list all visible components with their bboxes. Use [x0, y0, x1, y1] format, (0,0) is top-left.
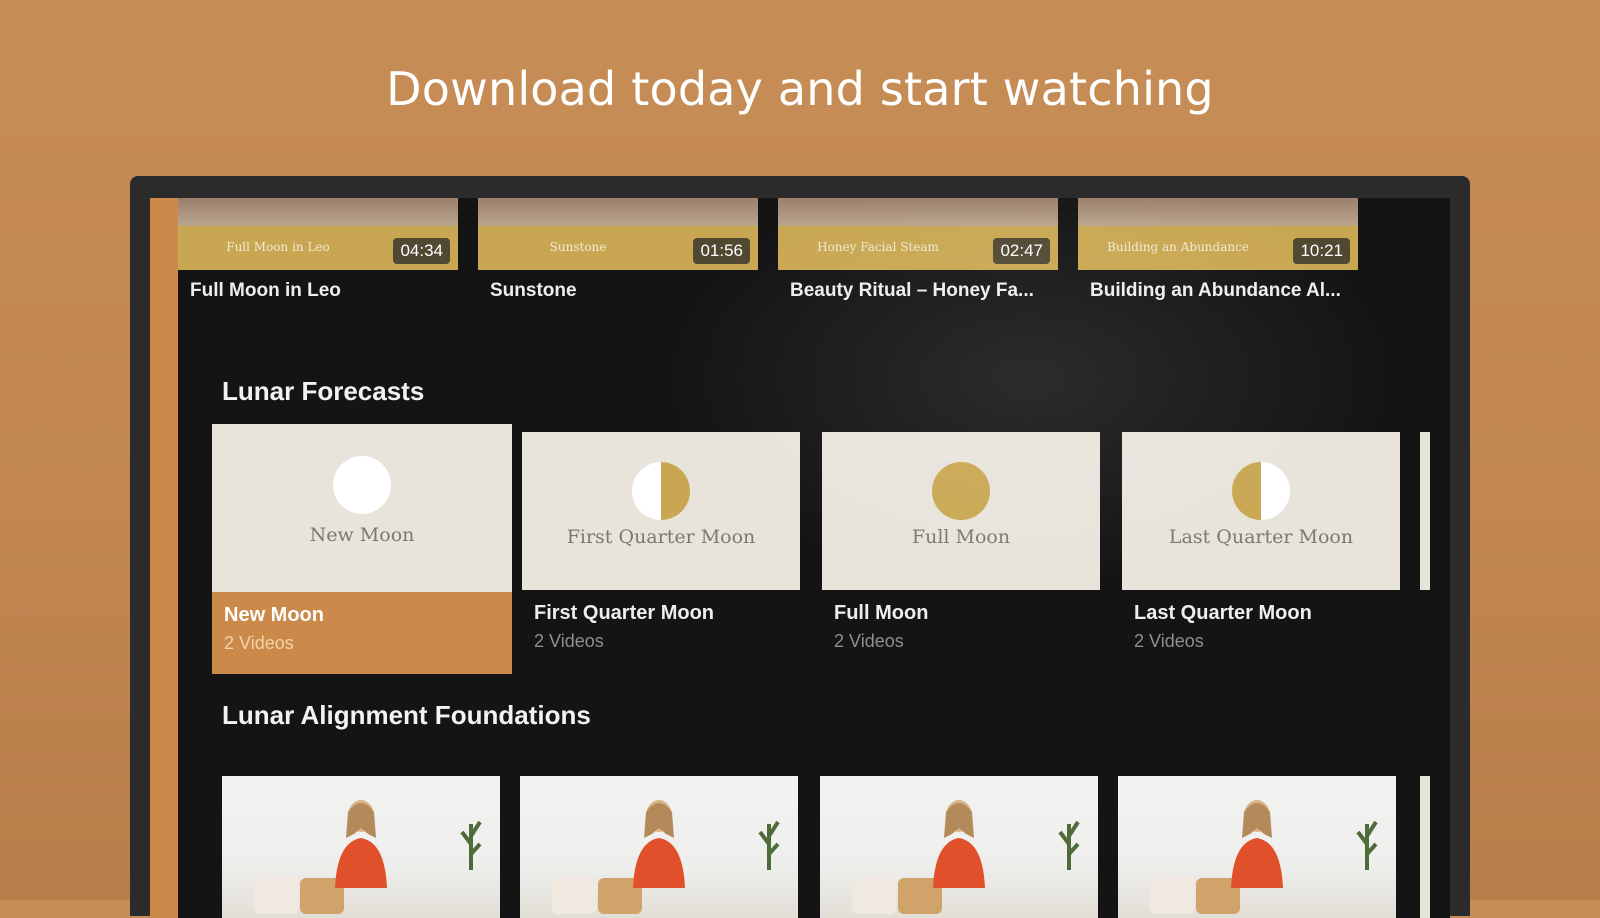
presenter-image: [919, 798, 999, 888]
card-info: Full Moon 2 Videos: [822, 602, 1100, 652]
moon-thumbnail: Last Quarter Moon: [1122, 432, 1400, 590]
moon-card-full[interactable]: Full Moon Full Moon 2 Videos: [822, 432, 1100, 652]
moon-card-first-quarter[interactable]: First Quarter Moon First Quarter Moon 2 …: [522, 432, 800, 652]
duration-badge: 01:56: [693, 238, 750, 264]
card-info: Last Quarter Moon 2 Videos: [1122, 602, 1400, 652]
card-name: Full Moon: [834, 602, 929, 624]
duration-badge: 04:34: [393, 238, 450, 264]
video-card[interactable]: Building an Abundance 10:21 Building an …: [1078, 198, 1358, 302]
plant-image: [1356, 814, 1378, 870]
card-name: First Quarter Moon: [534, 602, 715, 624]
duration-badge: 02:47: [993, 238, 1050, 264]
next-card-peek[interactable]: [1420, 776, 1430, 918]
thumbnail-label: First Quarter Moon: [566, 526, 756, 548]
video-title: Building an Abundance Al...: [1090, 280, 1341, 301]
foundation-video-card[interactable]: [520, 776, 798, 918]
video-count: 2 Videos: [534, 631, 604, 651]
presenter-image: [1217, 798, 1297, 888]
section-title-lunar-forecasts: Lunar Forecasts: [222, 376, 425, 406]
thumbnail-text: Honey Facial Steam: [817, 240, 939, 254]
new-moon-icon: [333, 456, 391, 514]
section-title-lunar-alignment-foundations: Lunar Alignment Foundations: [222, 700, 591, 730]
video-card[interactable]: Honey Facial Steam 02:47 Beauty Ritual –…: [778, 198, 1058, 302]
video-thumbnail: Full Moon in Leo 04:34: [178, 198, 458, 270]
thumbnail-text: Building an Abundance: [1107, 240, 1249, 254]
thumbnail-text: Full Moon in Leo: [226, 240, 330, 254]
video-thumbnail: Honey Facial Steam 02:47: [778, 198, 1058, 270]
video-card[interactable]: Sunstone 01:56 Sunstone: [478, 198, 758, 302]
plant-image: [460, 814, 482, 870]
plant-image: [1058, 814, 1080, 870]
video-count: 2 Videos: [834, 631, 904, 651]
headline: Download today and start watching: [386, 62, 1214, 116]
foundation-video-card[interactable]: [222, 776, 500, 918]
foundation-video-card[interactable]: [820, 776, 1098, 918]
card-name: Last Quarter Moon: [1134, 602, 1312, 624]
thumbnail-label: Last Quarter Moon: [1168, 526, 1354, 548]
duration-badge: 10:21: [1293, 238, 1350, 264]
moon-card-last-quarter[interactable]: Last Quarter Moon Last Quarter Moon 2 Vi…: [1122, 432, 1400, 652]
plant-image: [758, 814, 780, 870]
video-count: 2 Videos: [224, 633, 294, 653]
video-thumbnail: Building an Abundance 10:21: [1078, 198, 1358, 270]
thumbnail-label: New Moon: [309, 524, 415, 546]
video-title: Sunstone: [490, 280, 577, 301]
presenter-image: [619, 798, 699, 888]
sidebar-accent: [150, 198, 178, 918]
thumbnail-text: Sunstone: [549, 240, 607, 254]
moon-thumbnail: New Moon: [212, 424, 512, 592]
last-quarter-moon-icon: [1232, 462, 1290, 520]
tv-frame: Full Moon in Leo 04:34 Full Moon in Leo …: [130, 176, 1470, 918]
video-count: 2 Videos: [1134, 631, 1204, 651]
card-info: First Quarter Moon 2 Videos: [522, 602, 800, 652]
card-name: New Moon: [224, 604, 324, 626]
moon-card-new[interactable]: New Moon New Moon 2 Videos: [212, 424, 512, 674]
video-title: Full Moon in Leo: [190, 280, 341, 301]
tv-screen: Full Moon in Leo 04:34 Full Moon in Leo …: [150, 198, 1450, 918]
full-moon-icon: [932, 462, 990, 520]
video-thumbnail: Sunstone 01:56: [478, 198, 758, 270]
presenter-image: [321, 798, 401, 888]
video-title: Beauty Ritual – Honey Fa...: [790, 280, 1034, 301]
thumbnail-label: Full Moon: [911, 526, 1011, 548]
video-card[interactable]: Full Moon in Leo 04:34 Full Moon in Leo: [178, 198, 458, 302]
moon-thumbnail: First Quarter Moon: [522, 432, 800, 590]
next-card-peek[interactable]: [1420, 432, 1430, 590]
first-quarter-moon-icon: [632, 462, 690, 520]
foundation-video-card[interactable]: [1118, 776, 1396, 918]
card-info: New Moon 2 Videos: [212, 592, 512, 674]
moon-thumbnail: Full Moon: [822, 432, 1100, 590]
